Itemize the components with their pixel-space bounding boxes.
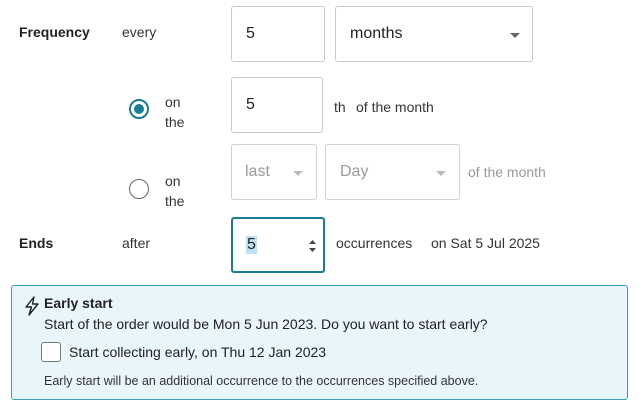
on-the-weekday-label-line1: on	[165, 173, 181, 189]
after-label: after	[122, 235, 151, 251]
every-label: every	[122, 24, 157, 40]
weekday-select[interactable]: Day	[325, 144, 460, 200]
on-the-day-label-line2: the	[165, 114, 185, 130]
lightning-bolt-icon	[25, 296, 39, 316]
day-of-month-value: 5	[246, 96, 255, 113]
occurrences-label: occurrences	[336, 235, 413, 251]
on-the-day-label-line1: on	[165, 94, 181, 110]
frequency-label: Frequency	[19, 24, 90, 40]
ends-label: Ends	[19, 235, 54, 251]
on-the-weekday-label-line2: the	[165, 193, 185, 209]
chevron-down-icon	[436, 171, 446, 176]
chevron-down-icon	[293, 171, 303, 176]
early-start-box: Early start Start of the order would be …	[11, 285, 628, 400]
th-suffix: th	[334, 99, 346, 115]
ordinal-select-value: last	[245, 163, 270, 180]
occurrences-value: 5	[246, 236, 257, 254]
on-the-day-label: on the	[165, 92, 184, 132]
ordinal-select[interactable]: last	[231, 144, 317, 200]
early-start-message: Start of the order would be Mon 5 Jun 20…	[44, 316, 488, 332]
on-the-weekday-radio[interactable]	[129, 179, 149, 199]
start-early-label[interactable]: Start collecting early, on Thu 12 Jan 20…	[69, 344, 326, 360]
on-the-weekday-label: on the	[165, 171, 184, 211]
day-of-month-input[interactable]: 5	[231, 77, 323, 133]
interval-input[interactable]: 5	[231, 6, 325, 62]
of-the-month-label: of the month	[356, 99, 434, 115]
spinner-arrows-icon[interactable]	[308, 239, 317, 253]
start-early-checkbox[interactable]	[41, 342, 61, 362]
weekday-select-value: Day	[340, 163, 369, 180]
end-date-text: on Sat 5 Jul 2025	[431, 235, 540, 251]
occurrences-input[interactable]: 5	[231, 217, 325, 273]
weekday-of-the-month-label: of the month	[468, 164, 546, 180]
interval-value: 5	[246, 25, 255, 42]
early-start-title: Early start	[44, 295, 113, 311]
on-the-day-radio[interactable]	[129, 99, 149, 119]
unit-select-value: months	[350, 25, 403, 42]
unit-select[interactable]: months	[335, 6, 533, 62]
chevron-down-icon	[510, 33, 520, 38]
early-start-note: Early start will be an additional occurr…	[44, 374, 479, 388]
